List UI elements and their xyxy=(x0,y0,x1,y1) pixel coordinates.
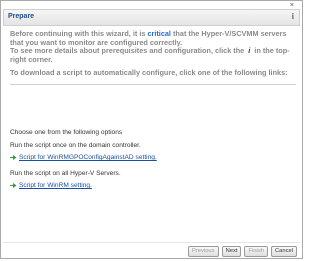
divider xyxy=(10,84,296,85)
winrm-gpo-script-link[interactable]: Script for WinRMGPOConfigAgainstAD setti… xyxy=(19,154,157,161)
wizard-dialog: × Prepare i Before continuing with this … xyxy=(0,0,303,259)
wizard-buttons: Previous Next Finish Cancel xyxy=(188,246,297,257)
previous-button[interactable]: Previous xyxy=(188,246,219,257)
close-icon[interactable]: × xyxy=(290,2,294,9)
info-icon[interactable]: i xyxy=(292,12,294,21)
cancel-button[interactable]: Cancel xyxy=(270,246,297,257)
hyperv-link-row: Script for WinRM setting. xyxy=(10,182,92,189)
options-heading: Choose one from the following options xyxy=(10,129,123,136)
dialog-title: Prepare xyxy=(8,13,35,20)
domain-controller-link-row: Script for WinRMGPOConfigAgainstAD setti… xyxy=(10,154,157,161)
domain-controller-instruction: Run the script once on the domain contro… xyxy=(10,142,141,149)
download-arrow-icon xyxy=(10,155,17,160)
intro-critical-paragraph: Before continuing with this wizard, it i… xyxy=(10,29,296,47)
next-button[interactable]: Next xyxy=(221,246,242,257)
intro-download-paragraph: To download a script to automatically co… xyxy=(10,68,288,78)
download-arrow-icon xyxy=(10,183,17,188)
dialog-header: Prepare i xyxy=(3,9,300,26)
hyperv-instruction: Run the script on all Hyper-V Servers. xyxy=(10,170,121,177)
winrm-script-link[interactable]: Script for WinRM setting. xyxy=(19,182,92,189)
inline-info-icon: i xyxy=(248,46,251,56)
footer-divider xyxy=(3,242,300,243)
finish-button[interactable]: Finish xyxy=(244,246,268,257)
intro-details-paragraph: To see more details about prerequisites … xyxy=(10,46,296,64)
intro-text: Before continuing with this wizard, it i… xyxy=(10,29,296,78)
